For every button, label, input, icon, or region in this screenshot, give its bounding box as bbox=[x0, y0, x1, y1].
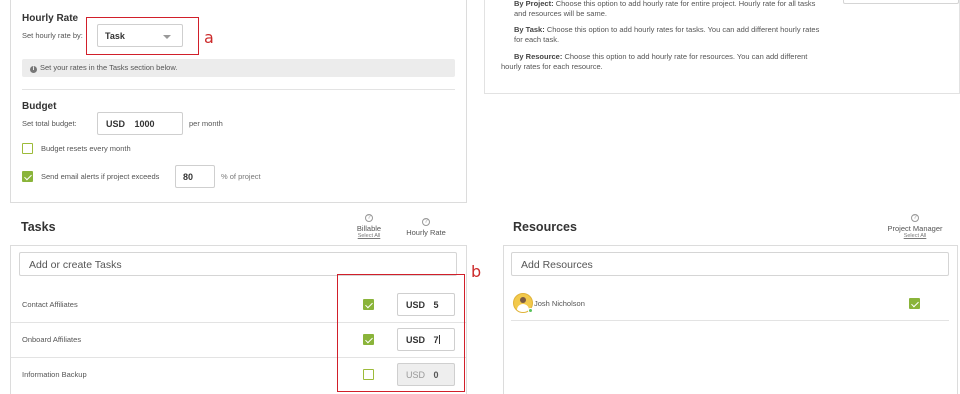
email-alerts-checkbox[interactable] bbox=[22, 171, 33, 182]
desc-by-resource-cont: hourly rates for each resource. bbox=[501, 62, 603, 71]
row-divider bbox=[511, 320, 949, 321]
hourly-rate-header: Hourly Rate bbox=[406, 228, 446, 237]
project-manager-header: Project Manager bbox=[887, 224, 943, 233]
desc-by-task-cont: for each task. bbox=[514, 35, 560, 44]
budget-title: Budget bbox=[22, 101, 57, 112]
add-tasks-input[interactable]: Add or create Tasks bbox=[19, 252, 457, 276]
budget-resets-label: Budget resets every month bbox=[41, 144, 131, 153]
add-resources-input[interactable]: Add Resources bbox=[511, 252, 949, 276]
email-alerts-threshold-value: 80 bbox=[183, 172, 194, 182]
project-manager-select-all[interactable]: Select All bbox=[880, 233, 950, 239]
budget-amount-value: 1000 bbox=[134, 119, 155, 129]
desc-by-resource-head: By Resource: bbox=[514, 52, 563, 61]
email-alerts-label: Send email alerts if project exceeds bbox=[41, 172, 160, 181]
desc-by-task: By Task: Choose this option to add hourl… bbox=[514, 25, 844, 35]
task-row-name: Information Backup bbox=[22, 370, 87, 379]
divider bbox=[22, 89, 455, 90]
email-alerts-suffix: % of project bbox=[221, 172, 261, 181]
help-icon: ? bbox=[422, 218, 430, 226]
info-bar-text: Set your rates in the Tasks section belo… bbox=[40, 63, 178, 72]
desc-by-project-text: Choose this option to add hourly rate fo… bbox=[555, 0, 816, 8]
help-icon: ? bbox=[911, 214, 919, 222]
annotation-label-b: b bbox=[471, 262, 482, 281]
online-status-icon bbox=[528, 308, 533, 313]
desc-by-task-text: Choose this option to add hourly rates f… bbox=[546, 25, 820, 34]
email-alerts-threshold-input[interactable]: 80 bbox=[175, 165, 215, 188]
annotation-box-a bbox=[86, 17, 199, 55]
task-row-name: Onboard Affiliates bbox=[22, 335, 82, 344]
resource-row-name: Josh Nicholson bbox=[534, 299, 585, 308]
avatar-head bbox=[520, 297, 526, 303]
info-icon: i bbox=[30, 66, 37, 73]
resources-title: Resources bbox=[513, 220, 577, 234]
hourly-rate-title: Hourly Rate bbox=[22, 13, 79, 24]
tasks-title: Tasks bbox=[21, 220, 56, 234]
annotation-box-b bbox=[337, 274, 465, 392]
info-bar: i Set your rates in the Tasks section bel… bbox=[22, 59, 455, 77]
budget-period: per month bbox=[189, 119, 223, 128]
billable-header: Billable bbox=[356, 224, 382, 233]
budget-amount-input[interactable]: USD 1000 bbox=[97, 112, 183, 135]
desc-by-resource-text: Choose this option to add hourly rate fo… bbox=[564, 52, 808, 61]
annotation-label-a: a bbox=[204, 28, 214, 47]
top-right-field[interactable] bbox=[843, 0, 959, 4]
desc-by-project-head: By Project: bbox=[514, 0, 554, 8]
help-icon: ? bbox=[365, 214, 373, 222]
budget-total-label: Set total budget: bbox=[22, 119, 77, 128]
budget-currency: USD bbox=[106, 119, 126, 129]
desc-by-resource: By Resource: Choose this option to add h… bbox=[514, 52, 834, 62]
hourly-rate-by-label: Set hourly rate by: bbox=[22, 31, 83, 40]
desc-by-project-cont: and resources will be same. bbox=[514, 9, 607, 18]
desc-by-project: By Project: Choose this option to add ho… bbox=[514, 0, 844, 9]
task-row-name: Contact Affiliates bbox=[22, 300, 78, 309]
budget-resets-checkbox[interactable] bbox=[22, 143, 33, 154]
desc-by-task-head: By Task: bbox=[514, 25, 545, 34]
billable-select-all[interactable]: Select All bbox=[346, 233, 392, 239]
project-manager-checkbox[interactable] bbox=[909, 298, 920, 309]
